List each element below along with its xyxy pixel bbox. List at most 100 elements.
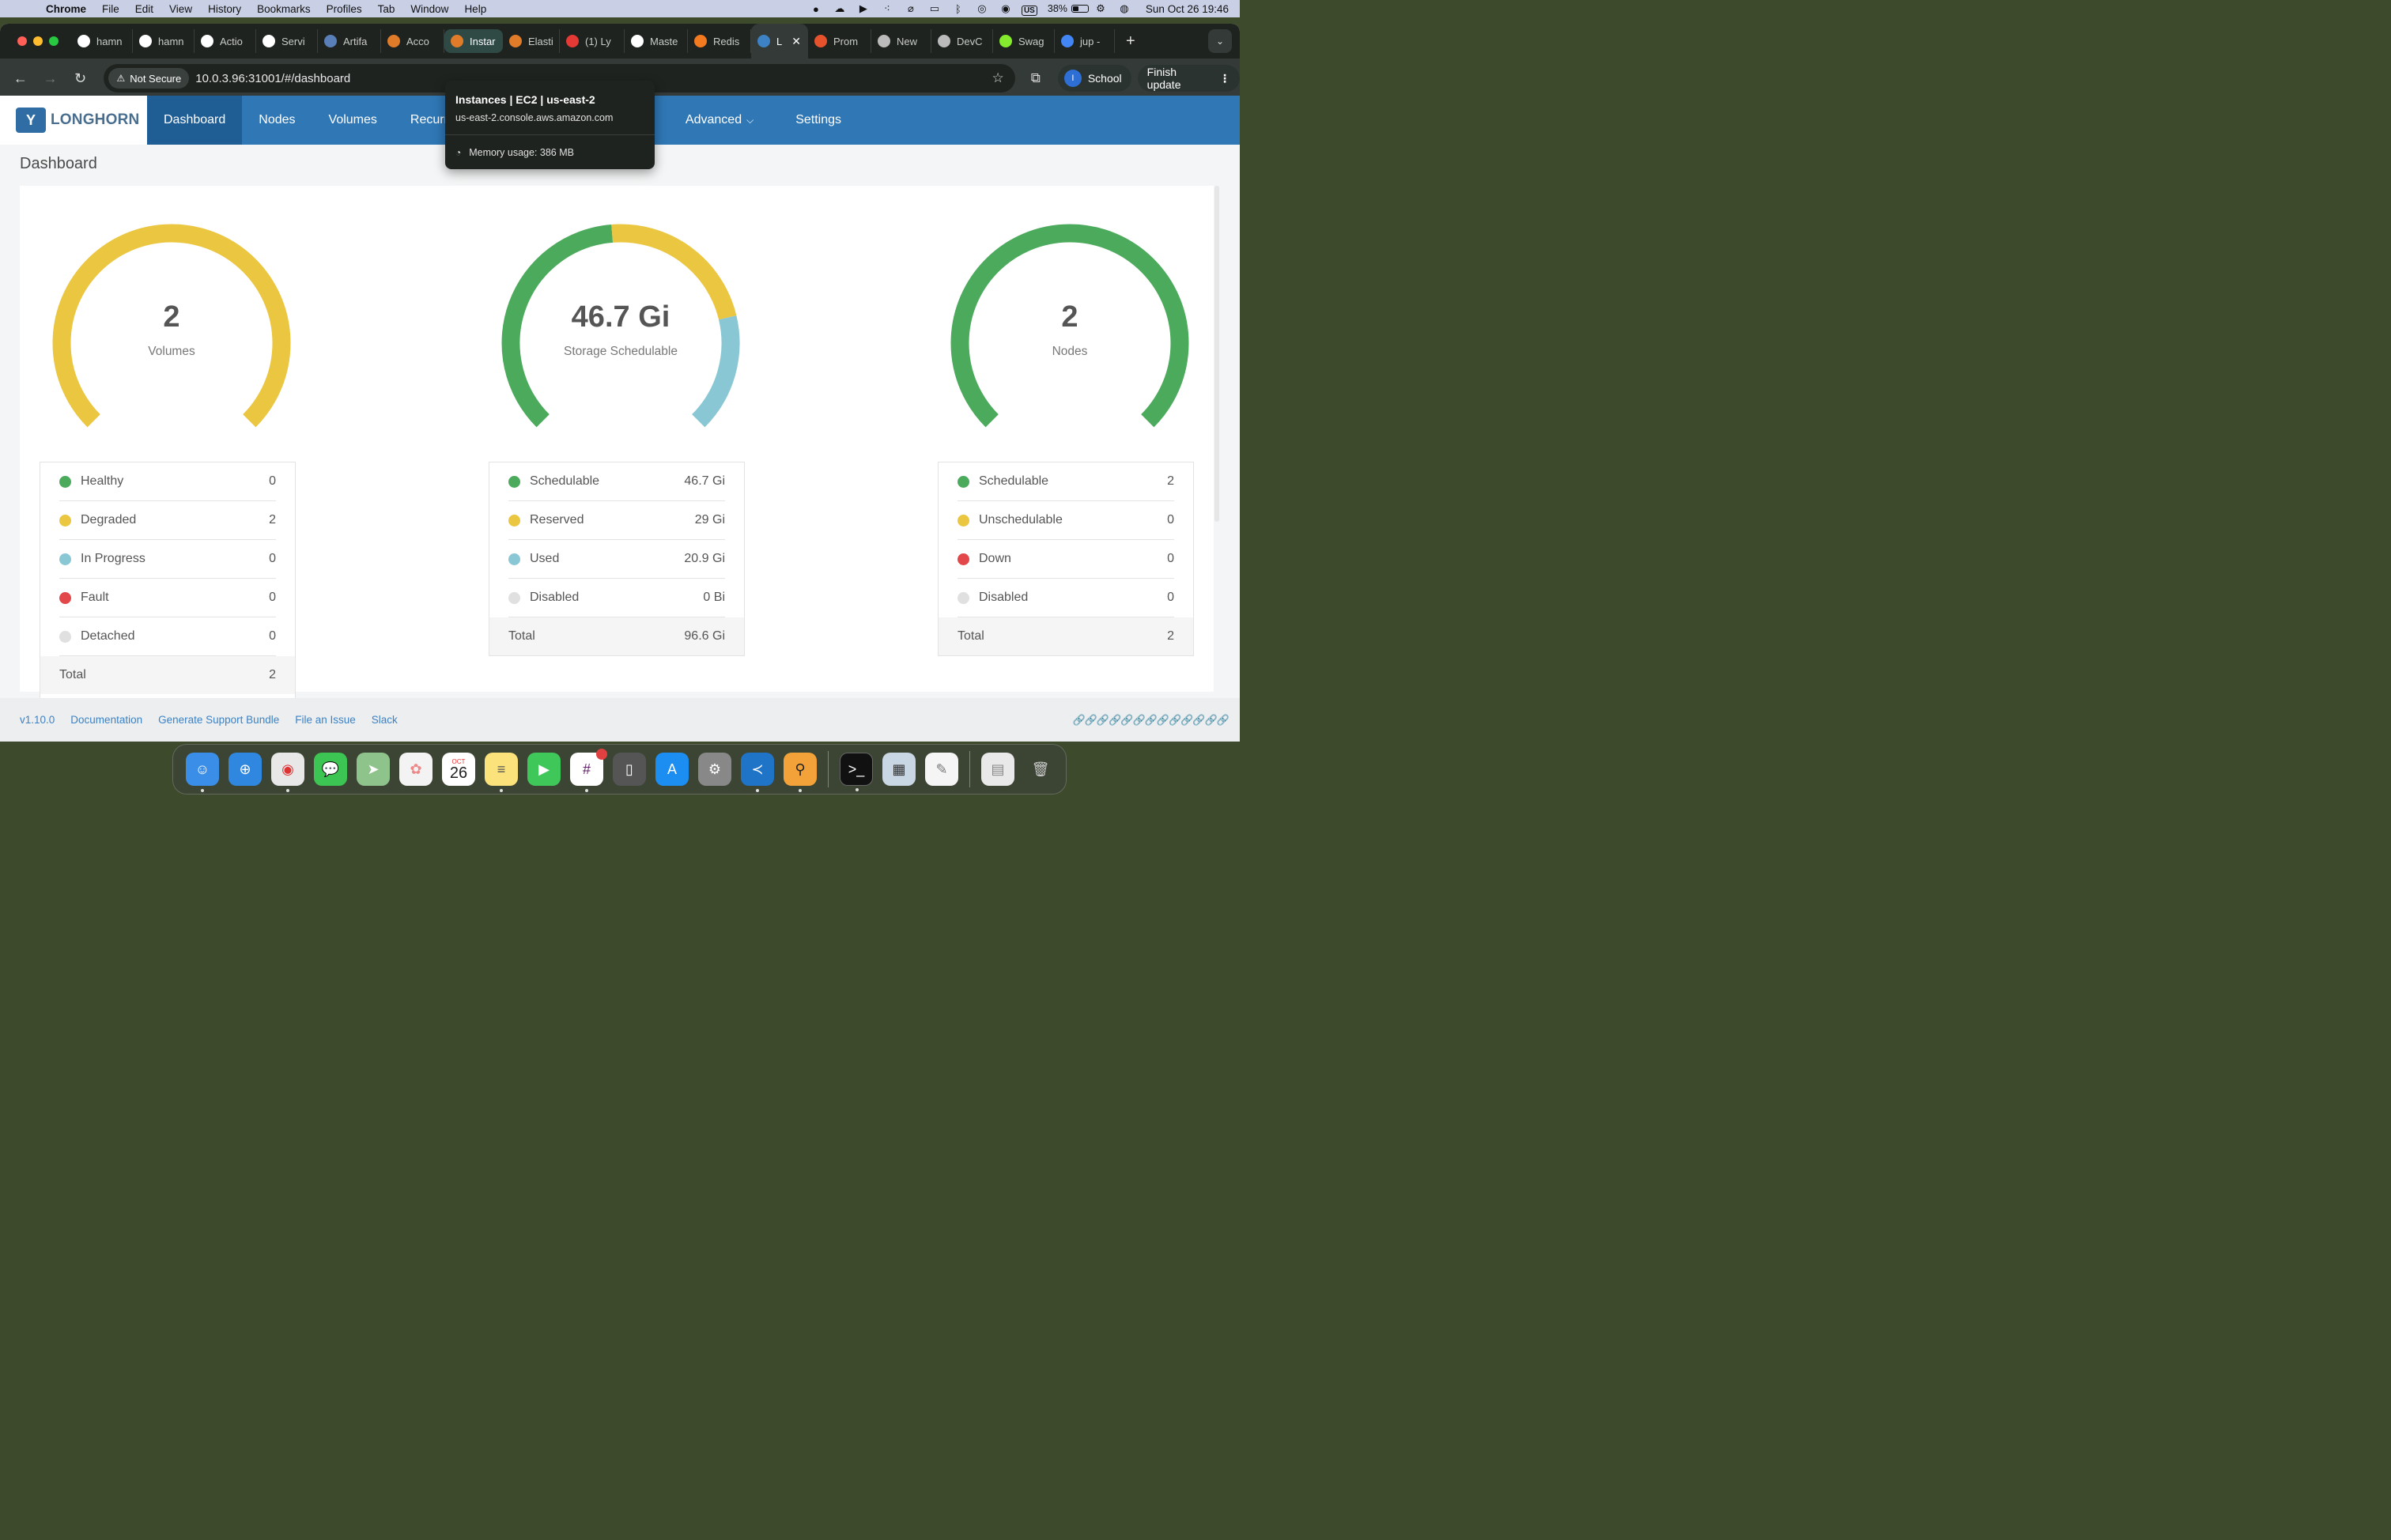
finder-icon[interactable]: ☺ bbox=[186, 753, 219, 792]
openvpn-icon[interactable]: ⚲ bbox=[784, 753, 817, 792]
cloud-status-icon[interactable]: ☁ bbox=[828, 2, 852, 15]
play-status-icon[interactable]: ▶ bbox=[852, 2, 875, 15]
tab-1[interactable]: hamn bbox=[133, 29, 195, 53]
user-icon[interactable]: ◉ bbox=[994, 2, 1018, 15]
stat-row[interactable]: Schedulable 2 bbox=[958, 462, 1174, 501]
stat-row[interactable]: Disabled 0 Bi bbox=[508, 579, 725, 617]
nav-nodes[interactable]: Nodes bbox=[242, 96, 312, 145]
textedit-icon[interactable]: ✎ bbox=[925, 753, 958, 786]
stat-row[interactable]: Detached 0 bbox=[59, 617, 276, 656]
file-issue-link[interactable]: File an Issue bbox=[295, 714, 356, 726]
iphone-mirroring-icon[interactable]: ▯ bbox=[613, 753, 646, 786]
menu-history[interactable]: History bbox=[208, 3, 241, 15]
menu-window[interactable]: Window bbox=[410, 3, 448, 15]
slack-link[interactable]: Slack bbox=[372, 714, 398, 726]
back-button[interactable]: ← bbox=[9, 70, 32, 87]
menu-tab[interactable]: Tab bbox=[378, 3, 395, 15]
dots-status-icon[interactable]: ⁖ bbox=[875, 2, 899, 15]
tab-16[interactable]: jup - bbox=[1055, 29, 1115, 53]
calendar-icon[interactable]: OCT 26 bbox=[442, 753, 475, 786]
tab-0[interactable]: hamn bbox=[71, 29, 133, 53]
stat-row[interactable]: Healthy 0 bbox=[59, 462, 276, 501]
terminal-icon[interactable]: >_ bbox=[840, 753, 873, 791]
version-link[interactable]: v1.10.0 bbox=[20, 714, 55, 726]
stat-row[interactable]: Used 20.9 Gi bbox=[508, 540, 725, 579]
menu-edit[interactable]: Edit bbox=[135, 3, 153, 15]
menu-view[interactable]: View bbox=[169, 3, 192, 15]
bookmark-star-icon[interactable]: ☆ bbox=[992, 70, 1003, 86]
nav-advanced[interactable]: Advanced ⌵ bbox=[669, 96, 770, 145]
minimize-window-button[interactable] bbox=[33, 36, 43, 46]
extensions-icon[interactable]: ⧉ bbox=[1031, 70, 1041, 86]
notes-icon[interactable]: ≡ bbox=[485, 753, 518, 792]
stat-row[interactable]: In Progress 0 bbox=[59, 540, 276, 579]
downloads-stack-icon[interactable]: ▤ bbox=[981, 753, 1014, 786]
input-source-icon[interactable]: US bbox=[1018, 3, 1041, 16]
finish-update-button[interactable]: Finish update ⋮ bbox=[1137, 65, 1240, 92]
security-chip[interactable]: ⚠ Not Secure bbox=[108, 68, 190, 89]
nav-volumes[interactable]: Volumes bbox=[312, 96, 394, 145]
stat-row[interactable]: Reserved 29 Gi bbox=[508, 501, 725, 540]
tab-8[interactable]: (1) Ly bbox=[560, 29, 625, 53]
reload-button[interactable]: ↻ bbox=[70, 70, 92, 87]
profile-button[interactable]: I School bbox=[1057, 65, 1131, 92]
tab-12[interactable]: Prom bbox=[808, 29, 871, 53]
new-tab-button[interactable]: + bbox=[1126, 32, 1135, 51]
safari-icon[interactable]: ⊕ bbox=[229, 753, 262, 786]
tab-6[interactable]: Instar bbox=[444, 29, 503, 53]
forward-button[interactable]: → bbox=[40, 70, 62, 87]
documentation-link[interactable]: Documentation bbox=[70, 714, 142, 726]
menu-app-name[interactable]: Chrome bbox=[46, 3, 86, 15]
close-tab-icon[interactable]: ✕ bbox=[791, 35, 801, 48]
maps-icon[interactable]: ➤ bbox=[357, 753, 390, 786]
system-settings-icon[interactable]: ⚙ bbox=[698, 753, 731, 786]
tab-7[interactable]: Elasti bbox=[503, 29, 560, 53]
tab-10[interactable]: Redis bbox=[688, 29, 751, 53]
vscode-icon[interactable]: ≺ bbox=[741, 753, 774, 792]
menu-bookmarks[interactable]: Bookmarks bbox=[257, 3, 311, 15]
menu-help[interactable]: Help bbox=[464, 3, 486, 15]
support-bundle-link[interactable]: Generate Support Bundle bbox=[158, 714, 279, 726]
chrome-icon[interactable]: ◉ bbox=[271, 753, 304, 792]
control-center-icon[interactable]: ⚙ bbox=[1089, 2, 1112, 15]
tab-9[interactable]: Maste bbox=[625, 29, 688, 53]
nav-settings[interactable]: Settings bbox=[779, 96, 858, 145]
nav-dashboard[interactable]: Dashboard bbox=[147, 96, 243, 145]
stat-row[interactable]: Fault 0 bbox=[59, 579, 276, 617]
tab-5[interactable]: Acco bbox=[381, 29, 444, 53]
longhorn-logo[interactable]: Y LONGHORN bbox=[0, 96, 147, 145]
siri-icon[interactable]: ◍ bbox=[1112, 2, 1136, 15]
bluetooth-icon[interactable]: ᛒ bbox=[946, 3, 970, 15]
battery-icon[interactable] bbox=[1071, 5, 1089, 13]
app-store-icon[interactable]: A bbox=[655, 753, 689, 786]
menu-profiles[interactable]: Profiles bbox=[327, 3, 362, 15]
stat-row[interactable]: Schedulable 46.7 Gi bbox=[508, 462, 725, 501]
airdrop-icon[interactable]: ◎ bbox=[970, 2, 994, 15]
zoom-window-button[interactable] bbox=[49, 36, 59, 46]
tab-search-button[interactable]: ⌄ bbox=[1208, 29, 1232, 53]
tab-14[interactable]: DevC bbox=[931, 29, 993, 53]
stat-row[interactable]: Down 0 bbox=[958, 540, 1174, 579]
facetime-icon[interactable]: ▶ bbox=[527, 753, 561, 786]
photos-icon[interactable]: ✿ bbox=[399, 753, 432, 786]
menu-clock[interactable]: Sun Oct 26 19:46 bbox=[1146, 3, 1229, 15]
stat-row[interactable]: Degraded 2 bbox=[59, 501, 276, 540]
menu-file[interactable]: File bbox=[102, 3, 119, 15]
tab-4[interactable]: Artifa bbox=[318, 29, 381, 53]
github-status-icon[interactable]: ● bbox=[804, 3, 828, 15]
stat-row[interactable]: Disabled 0 bbox=[958, 579, 1174, 617]
slack-icon[interactable]: # bbox=[570, 749, 607, 792]
wifi-off-icon[interactable]: ⌀ bbox=[899, 2, 923, 15]
scrollbar[interactable] bbox=[1214, 186, 1219, 522]
tab-15[interactable]: Swag bbox=[993, 29, 1055, 53]
url-text[interactable]: 10.0.3.96:31001/#/dashboard bbox=[195, 72, 350, 85]
messages-icon[interactable]: 💬 bbox=[314, 753, 347, 786]
stat-row[interactable]: Unschedulable 0 bbox=[958, 501, 1174, 540]
tab-11[interactable]: L ✕ bbox=[751, 24, 808, 59]
trash-icon[interactable]: 🗑 bbox=[1024, 753, 1057, 786]
preview-icon[interactable]: ▦ bbox=[882, 753, 916, 786]
screen-mirror-icon[interactable]: ▭ bbox=[923, 2, 946, 15]
tab-2[interactable]: Actio bbox=[195, 29, 256, 53]
tab-13[interactable]: New bbox=[871, 29, 931, 53]
tab-3[interactable]: Servi bbox=[256, 29, 318, 53]
